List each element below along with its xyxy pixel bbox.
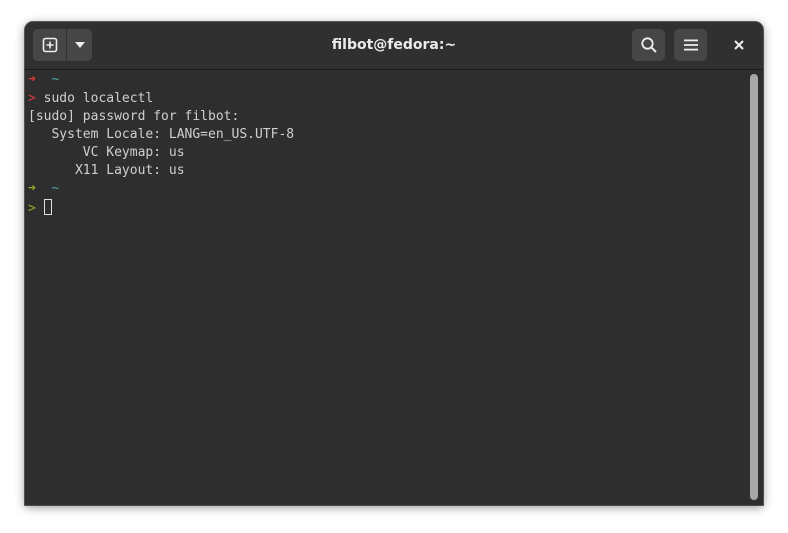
output-line: X11 Layout: us	[28, 163, 185, 178]
command-line: > sudo localectl	[28, 90, 153, 108]
close-button[interactable]	[723, 29, 755, 61]
headerbar: filbot@fedora:~	[25, 22, 763, 70]
prompt-line: ➜ ~	[28, 180, 59, 198]
output-line: System Locale: LANG=en_US.UTF-8	[28, 127, 295, 142]
input-line[interactable]: >	[28, 199, 52, 217]
status-arrow-icon: ➜	[28, 72, 36, 87]
vertical-scrollbar[interactable]	[750, 74, 758, 500]
terminal-view[interactable]: ➜ ~ > sudo localectl [sudo] password for…	[25, 70, 763, 505]
output-line: VC Keymap: us	[28, 145, 185, 160]
search-button[interactable]	[632, 29, 665, 61]
text-cursor	[43, 199, 52, 215]
prompt-symbol: >	[28, 201, 36, 216]
status-arrow-icon: ➜	[28, 181, 36, 196]
current-directory: ~	[51, 181, 60, 196]
prompt-symbol: >	[28, 91, 36, 106]
command-text: sudo localectl	[35, 91, 154, 106]
main-menu-button[interactable]	[674, 29, 707, 61]
output-line: [sudo] password for filbot:	[28, 109, 240, 124]
prompt-line: ➜ ~	[28, 71, 59, 89]
close-icon	[734, 40, 744, 50]
current-directory: ~	[51, 72, 60, 87]
terminal-window: filbot@fedora:~ ➜ ~ > sudo localectl [su…	[25, 22, 763, 505]
hamburger-menu-icon	[683, 39, 698, 51]
input-text[interactable]	[36, 201, 44, 216]
search-icon	[640, 37, 657, 53]
